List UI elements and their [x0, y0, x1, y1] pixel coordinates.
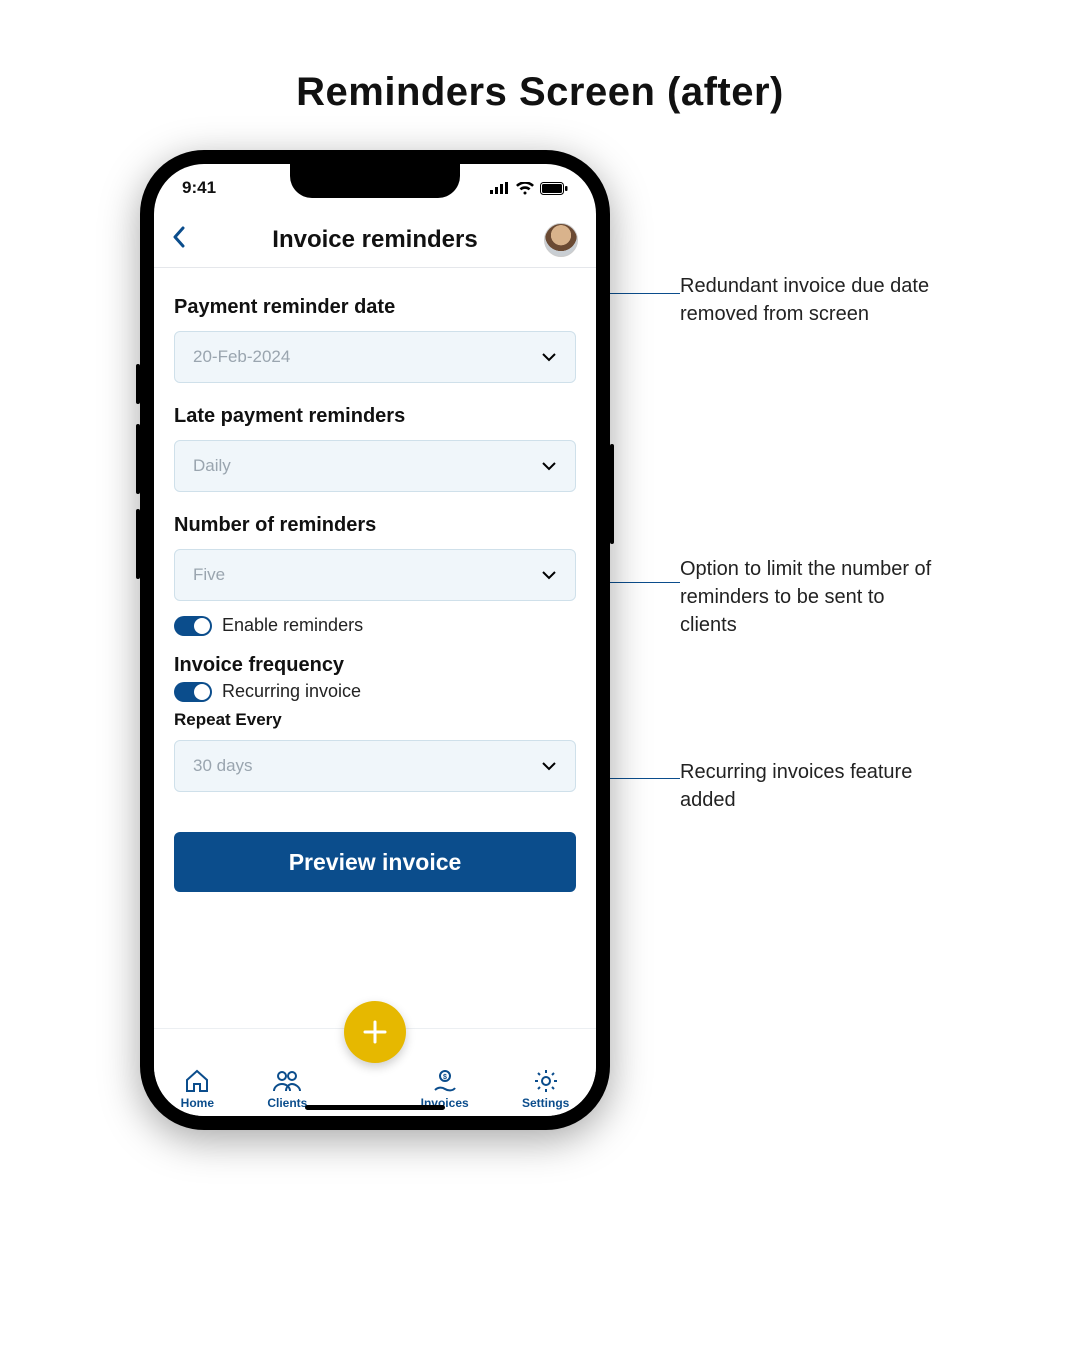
home-icon	[184, 1068, 210, 1094]
back-button[interactable]	[172, 226, 186, 253]
label-enable-reminders: Enable reminders	[222, 615, 363, 636]
avatar[interactable]	[544, 223, 578, 257]
annotation-2: Option to limit the number of reminders …	[680, 555, 940, 639]
bottom-nav: Home Clients $ Invoices Settings	[154, 1028, 596, 1116]
select-value: Five	[193, 565, 225, 585]
preview-invoice-button[interactable]: Preview invoice	[174, 832, 576, 892]
phone-frame: 9:41 Invoice reminders Payment reminder …	[140, 150, 610, 1130]
battery-icon	[540, 182, 568, 195]
toggle-recurring-invoice[interactable]	[174, 682, 212, 702]
select-number-of-reminders[interactable]: Five	[174, 549, 576, 601]
select-payment-reminder-date[interactable]: 20-Feb-2024	[174, 331, 576, 383]
page-title: Reminders Screen (after)	[0, 0, 1080, 115]
screen-title: Invoice reminders	[272, 226, 477, 254]
cellular-icon	[490, 182, 510, 194]
notch	[290, 164, 460, 198]
wifi-icon	[516, 182, 534, 195]
label-recurring-invoice: Recurring invoice	[222, 681, 361, 702]
select-value: 20-Feb-2024	[193, 347, 290, 367]
annotation-3: Recurring invoices feature added	[680, 758, 940, 814]
toggle-enable-reminders[interactable]	[174, 616, 212, 636]
nav-settings[interactable]: Settings	[522, 1068, 569, 1110]
screen-header: Invoice reminders	[154, 212, 596, 268]
chevron-down-icon	[541, 456, 557, 476]
gear-icon	[533, 1068, 559, 1094]
nav-label: Home	[181, 1096, 214, 1110]
chevron-down-icon	[541, 347, 557, 367]
users-icon	[272, 1068, 302, 1094]
label-number-of-reminders: Number of reminders	[174, 514, 576, 537]
chevron-down-icon	[541, 565, 557, 585]
label-repeat-every: Repeat Every	[174, 710, 576, 730]
svg-text:$: $	[443, 1074, 447, 1081]
status-time: 9:41	[182, 178, 216, 198]
nav-label: Settings	[522, 1096, 569, 1110]
label-payment-reminder-date: Payment reminder date	[174, 296, 576, 319]
nav-invoices[interactable]: $ Invoices	[421, 1068, 469, 1110]
annotation-1: Redundant invoice due date removed from …	[680, 272, 940, 328]
select-repeat-every[interactable]: 30 days	[174, 740, 576, 792]
label-late-payment-reminders: Late payment reminders	[174, 405, 576, 428]
content-area: Payment reminder date 20-Feb-2024 Late p…	[154, 268, 596, 1028]
nav-home[interactable]: Home	[181, 1068, 214, 1110]
add-button[interactable]	[344, 1001, 406, 1063]
label-invoice-frequency: Invoice frequency	[174, 654, 576, 677]
select-value: 30 days	[193, 756, 253, 776]
nav-clients[interactable]: Clients	[267, 1068, 307, 1110]
select-value: Daily	[193, 456, 231, 476]
home-indicator	[305, 1105, 445, 1110]
chevron-down-icon	[541, 756, 557, 776]
select-late-payment-reminders[interactable]: Daily	[174, 440, 576, 492]
plus-icon	[361, 1018, 389, 1046]
nav-label: Clients	[267, 1096, 307, 1110]
chevron-left-icon	[172, 226, 186, 248]
money-hand-icon: $	[431, 1068, 459, 1094]
